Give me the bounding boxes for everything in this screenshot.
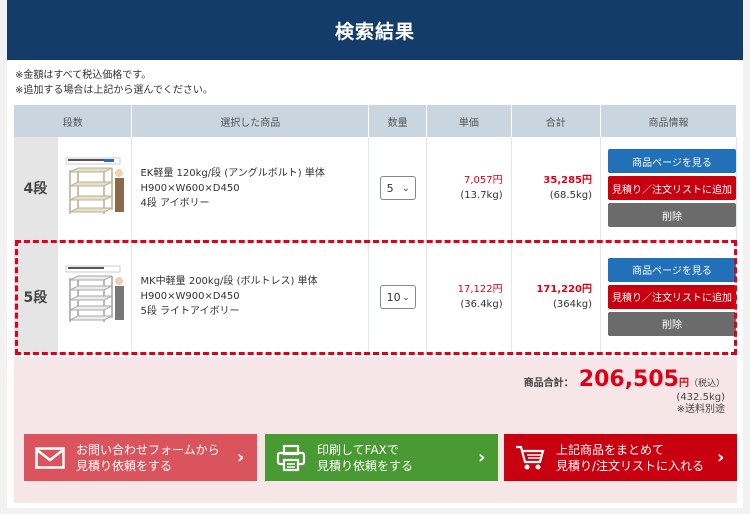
actions-cell: 商品ページを見る 見積り／注文リストに追加 削除 <box>600 240 737 354</box>
inquiry-form-text: お問い合わせフォームから 見積り依頼をする <box>70 442 237 474</box>
chevron-down-icon: ⌄ <box>402 292 410 303</box>
col-qty: 数量 <box>368 105 428 137</box>
product-name-line1: MK中軽量 200kg/段 (ボルトレス) 単体 <box>140 276 318 287</box>
shelf-image <box>65 157 124 214</box>
row-dan: 4段 <box>14 137 58 241</box>
delete-button[interactable]: 削除 <box>608 203 736 228</box>
product-page-button[interactable]: 商品ページを見る <box>608 149 736 174</box>
product-name: EK軽量 120kg/段 (アングルボルト) 単体 H900×W600×D450… <box>131 137 370 241</box>
order-total: 商品合計： 206,505円（税込） (432.5kg) ※送料別途 <box>524 367 725 416</box>
results-table: 段数 選択した商品 数量 単価 合計 商品情報 4段 EK軽量 120kg/段 … <box>14 105 737 354</box>
quantity-select[interactable]: 5 ⌄ <box>379 176 416 201</box>
delete-button[interactable]: 削除 <box>608 311 736 336</box>
inquiry-form-button[interactable]: お問い合わせフォームから 見積り依頼をする › <box>24 434 257 481</box>
col-unit: 単価 <box>426 105 512 137</box>
product-variant: 5段 ライトアイボリー <box>140 306 240 317</box>
table-row: 4段 EK軽量 120kg/段 (アングルボルト) 単体 H900×W600×D… <box>14 137 737 241</box>
note-add: ※追加する場合は上記から選んでください。 <box>15 85 213 96</box>
printer-icon <box>271 444 311 472</box>
total-price: 171,220円 <box>536 283 592 295</box>
unit-price: 17,122円 <box>457 283 503 295</box>
unit-price: 7,057円 <box>463 175 503 187</box>
quantity-value: 5 <box>386 182 394 196</box>
chevron-down-icon: ⌄ <box>402 184 410 195</box>
qty-cell: 10 ⌄ <box>368 240 428 354</box>
notes: ※金額はすべて税込価格です。 ※追加する場合は上記から選んでください。 <box>15 68 213 98</box>
shipping-note: ※送料別途 <box>676 404 725 415</box>
total-weight-summary: (432.5kg) <box>676 392 725 403</box>
product-image[interactable] <box>57 137 133 241</box>
table-header: 段数 選択した商品 数量 単価 合計 商品情報 <box>14 105 737 137</box>
col-dan: 段数 <box>14 105 133 137</box>
total-weight: (68.5kg) <box>549 190 592 202</box>
product-variant: 4段 アイボリー <box>140 197 210 209</box>
total-weight: (364kg) <box>552 298 592 310</box>
add-to-list-button[interactable]: 見積り／注文リストに追加 <box>608 176 736 201</box>
unit-weight: (13.7kg) <box>460 190 503 202</box>
unit-price-cell: 17,122円 (36.4kg) <box>426 240 512 354</box>
add-to-list-button[interactable]: 見積り／注文リストに追加 <box>608 284 736 309</box>
quantity-select[interactable]: 10 ⌄ <box>379 284 416 309</box>
total-price-cell: 35,285円 (68.5kg) <box>511 137 602 241</box>
product-image[interactable] <box>57 240 133 354</box>
fax-request-text: 印刷してFAXで 見積り依頼をする <box>311 442 478 474</box>
mail-icon <box>30 446 70 469</box>
total-amount: 206,505 <box>578 367 679 392</box>
actions-cell: 商品ページを見る 見積り／注文リストに追加 削除 <box>600 137 737 241</box>
col-product: 選択した商品 <box>131 105 370 137</box>
page-title: 検索結果 <box>7 0 743 60</box>
add-all-line1: 上記商品をまとめて <box>556 442 665 457</box>
chevron-right-icon: › <box>478 446 486 468</box>
note-tax: ※金額はすべて税込価格です。 <box>15 70 152 81</box>
add-all-to-list-button[interactable]: 上記商品をまとめて 見積り/注文リストに入れる › <box>504 434 737 481</box>
chevron-right-icon: › <box>717 446 725 468</box>
fax-request-line1: 印刷してFAXで <box>317 442 399 457</box>
product-size: H900×W600×D450 <box>140 182 240 194</box>
total-price: 35,285円 <box>543 175 592 187</box>
total-label: 商品合計： <box>523 378 574 389</box>
add-all-text: 上記商品をまとめて 見積り/注文リストに入れる <box>550 442 717 474</box>
search-results-panel: 検索結果 ※金額はすべて税込価格です。 ※追加する場合は上記から選んでください。… <box>7 0 743 508</box>
page-title-text: 検索結果 <box>334 20 415 43</box>
col-total: 合計 <box>511 105 602 137</box>
quantity-value: 10 <box>386 290 401 304</box>
chevron-right-icon: › <box>237 446 245 468</box>
product-page-button[interactable]: 商品ページを見る <box>608 257 736 282</box>
col-info: 商品情報 <box>600 105 737 137</box>
unit-price-cell: 7,057円 (13.7kg) <box>426 137 512 241</box>
fax-request-line2: 見積り依頼をする <box>317 458 414 473</box>
table-row: 5段 MK中軽量 200kg/段 (ボルトレス) 単体 H900×W900×D4… <box>14 240 737 354</box>
inquiry-form-line2: 見積り依頼をする <box>76 458 173 473</box>
summary-area: 商品合計： 206,505円（税込） (432.5kg) ※送料別途 お問い合わ… <box>14 357 737 503</box>
total-price-cell: 171,220円 (364kg) <box>511 240 602 354</box>
inquiry-form-line1: お問い合わせフォームから <box>76 442 220 457</box>
product-name: MK中軽量 200kg/段 (ボルトレス) 単体 H900×W900×D450 … <box>131 240 370 354</box>
cart-icon <box>510 444 550 472</box>
product-size: H900×W900×D450 <box>140 291 240 302</box>
add-all-line2: 見積り/注文リストに入れる <box>556 458 705 473</box>
qty-cell: 5 ⌄ <box>368 137 428 241</box>
fax-request-button[interactable]: 印刷してFAXで 見積り依頼をする › <box>265 434 498 481</box>
total-unit: 円 <box>678 378 689 389</box>
unit-weight: (36.4kg) <box>460 298 503 310</box>
row-dan: 5段 <box>14 240 58 354</box>
shelf-image <box>65 265 124 322</box>
total-tax-note: （税込） <box>688 379 725 389</box>
product-name-line1: EK軽量 120kg/段 (アングルボルト) 単体 <box>140 167 325 179</box>
